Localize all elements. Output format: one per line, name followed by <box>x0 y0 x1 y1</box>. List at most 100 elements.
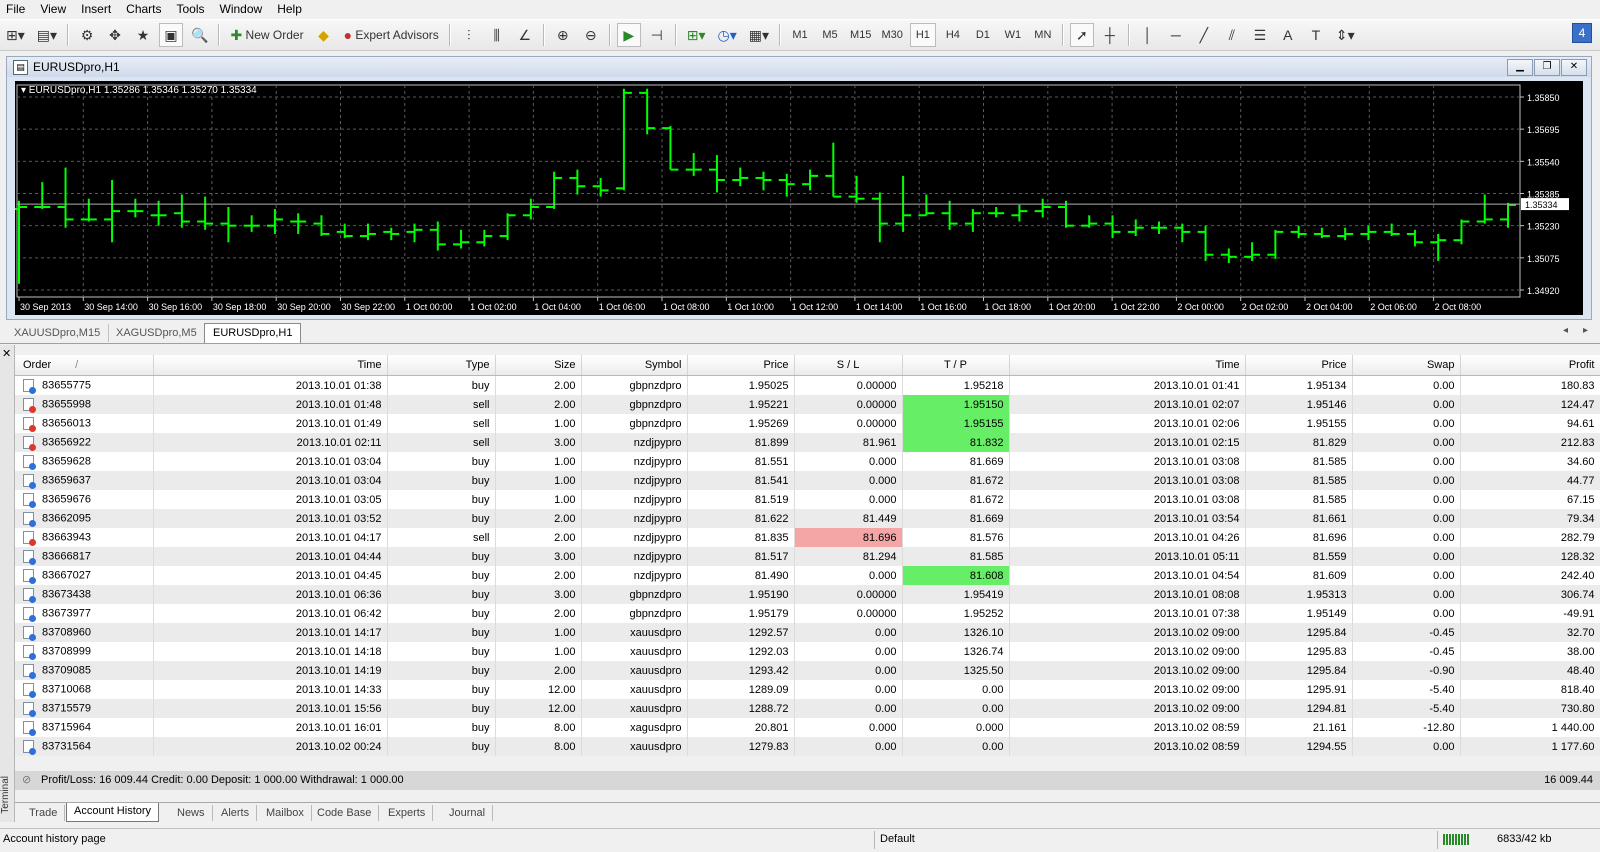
table-row[interactable]: 83731564 2013.10.02 00:24 buy 8.00 xauusdpro… <box>15 737 1600 756</box>
templates-button[interactable]: ▦▾ <box>745 23 773 47</box>
terminal-button[interactable]: ▣ <box>159 23 184 47</box>
crosshair-button[interactable]: ┼ <box>1098 23 1122 47</box>
menu-tools[interactable]: Tools <box>171 2 214 16</box>
text-label-button[interactable]: T <box>1304 23 1328 47</box>
column-header-time-close[interactable]: Time <box>1009 355 1246 376</box>
table-row[interactable]: 83673438 2013.10.01 06:36 buy 3.00 gbpnzdpro… <box>15 585 1600 604</box>
menu-view[interactable]: View <box>34 2 75 16</box>
navigator-button[interactable]: ★ <box>131 23 155 47</box>
table-row[interactable]: 83659637 2013.10.01 03:04 buy 1.00 nzdjpypro… <box>15 471 1600 490</box>
column-header-price[interactable]: Price <box>687 355 795 376</box>
zoom-out-button[interactable]: ⊖ <box>579 23 603 47</box>
timeframe-h1[interactable]: H1 <box>909 23 936 47</box>
timeframe-m5[interactable]: M5 <box>817 23 843 47</box>
market-watch-button[interactable]: ⚙ <box>75 23 99 47</box>
table-row[interactable]: 83656013 2013.10.01 01:49 sell 1.00 gbpnzdpr… <box>15 414 1600 433</box>
timeframe-m15[interactable]: M15 <box>847 23 874 47</box>
chart-shift-button[interactable]: ⊣ <box>645 23 669 47</box>
column-header-order[interactable]: Order / <box>15 355 154 376</box>
expert-advisors-button[interactable]: ● Expert Advisors <box>340 23 443 47</box>
terminal-tab-code-base[interactable]: Code Base <box>310 805 380 821</box>
timeframe-d1[interactable]: D1 <box>970 23 996 47</box>
close-window-button[interactable]: ✕ <box>1561 59 1587 76</box>
candlestick-button[interactable]: ⫼ <box>485 23 509 47</box>
vertical-line-button[interactable]: │ <box>1136 23 1160 47</box>
price-chart[interactable]: 1.35850 1.35695 1.35540 1.35385 1.35230 1.350… <box>15 81 1583 315</box>
timeframe-w1[interactable]: W1 <box>1000 23 1026 47</box>
column-header-size[interactable]: Size <box>495 355 582 376</box>
menu-insert[interactable]: Insert <box>75 2 120 16</box>
restore-button[interactable]: ❐ <box>1534 59 1560 76</box>
column-header-swap-close[interactable]: Swap <box>1352 355 1461 376</box>
horizontal-line-button[interactable]: ─ <box>1164 23 1188 47</box>
auto-scroll-button[interactable]: ▶ <box>616 23 641 47</box>
tab-scroll-right-icon[interactable]: ▸ <box>1583 325 1588 336</box>
chart-window[interactable]: ▤ EURUSDpro,H1 ▁ ❐ ✕ 1.35850 1.35695 1.355… <box>6 56 1592 320</box>
chart-tab-eurusdpro[interactable]: EURUSDpro,H1 <box>204 323 302 343</box>
terminal-tab-journal[interactable]: Journal <box>442 805 494 821</box>
equidistant-channel-button[interactable]: ⫽ <box>1220 23 1244 47</box>
fibonacci-button[interactable]: ☰ <box>1248 23 1272 47</box>
timeframe-m1[interactable]: M1 <box>787 23 813 47</box>
tab-scroll-left-icon[interactable]: ◂ <box>1563 325 1568 336</box>
chart-tab-xauusdpro[interactable]: XAUUSDpro,M15 <box>6 324 110 342</box>
trendline-button[interactable]: ╱ <box>1192 23 1216 47</box>
help-corner-button[interactable]: 4 <box>1572 23 1592 43</box>
terminal-tab-account-history[interactable]: Account History <box>66 803 160 822</box>
table-row[interactable]: 83662095 2013.10.01 03:52 buy 2.00 nzdjpypro… <box>15 509 1600 528</box>
column-header-type[interactable]: Type <box>387 355 496 376</box>
table-row[interactable]: 83710068 2013.10.01 14:33 buy 12.00 xauusdpr… <box>15 680 1600 699</box>
minimize-button[interactable]: ▁ <box>1507 59 1533 76</box>
strategy-tester-button[interactable]: 🔍 <box>187 23 212 47</box>
table-row[interactable]: 83708999 2013.10.01 14:18 buy 1.00 xauusdpro… <box>15 642 1600 661</box>
timeframe-m30[interactable]: M30 <box>878 23 905 47</box>
table-row[interactable]: 83709085 2013.10.01 14:19 buy 2.00 xauusdpro… <box>15 661 1600 680</box>
table-row[interactable]: 83715579 2013.10.01 15:56 buy 12.00 xauusdpr… <box>15 699 1600 718</box>
table-row[interactable]: 83655775 2013.10.01 01:38 buy 2.00 gbpnzdpro… <box>15 375 1600 395</box>
terminal-tab-alerts[interactable]: Alerts <box>214 805 258 821</box>
timeframe-h4[interactable]: H4 <box>940 23 966 47</box>
table-row[interactable]: 83666817 2013.10.01 04:44 buy 3.00 nzdjpypro… <box>15 547 1600 566</box>
menu-file[interactable]: File <box>0 2 34 16</box>
periods-button[interactable]: ◷▾ <box>714 23 741 47</box>
table-row[interactable]: 83715964 2013.10.01 16:01 buy 8.00 xagusdpro… <box>15 718 1600 737</box>
column-header-t-p[interactable]: T / P <box>902 355 1010 376</box>
column-header-s-l[interactable]: S / L <box>794 355 903 376</box>
arrows-button[interactable]: ⇕▾ <box>1332 23 1359 47</box>
bar-chart-button[interactable]: ⫶ <box>457 23 481 47</box>
table-row[interactable]: 83655998 2013.10.01 01:48 sell 2.00 gbpnzdpr… <box>15 395 1600 414</box>
column-header-symbol[interactable]: Symbol <box>581 355 688 376</box>
new-order-button[interactable]: ✚ New Order <box>226 23 307 47</box>
timeframe-mn[interactable]: MN <box>1030 23 1056 47</box>
table-row[interactable]: 83673977 2013.10.01 06:42 buy 2.00 gbpnzdpro… <box>15 604 1600 623</box>
column-header-time[interactable]: Time <box>153 355 388 376</box>
chart-window-titlebar[interactable]: ▤ EURUSDpro,H1 ▁ ❐ ✕ <box>7 57 1591 77</box>
terminal-tab-experts[interactable]: Experts <box>381 805 434 821</box>
terminal-tab-news[interactable]: News <box>170 805 213 821</box>
profiles-button[interactable]: ▤▾ <box>33 23 61 47</box>
cell-s-l: 0.000 <box>794 566 903 585</box>
close-terminal-icon[interactable]: ✕ <box>2 347 11 360</box>
table-row[interactable]: 83663943 2013.10.01 04:17 sell 2.00 nzdjpypr… <box>15 528 1600 547</box>
new-chart-button[interactable]: ⊞▾ <box>2 23 29 47</box>
metaeditor-button[interactable]: ◆ <box>312 23 336 47</box>
text-button[interactable]: A <box>1276 23 1300 47</box>
column-header-profit-close[interactable]: Profit <box>1460 355 1600 376</box>
menu-window[interactable]: Window <box>214 2 272 16</box>
table-row[interactable]: 83659676 2013.10.01 03:05 buy 1.00 nzdjpypro… <box>15 490 1600 509</box>
table-row[interactable]: 83659628 2013.10.01 03:04 buy 1.00 nzdjpypro… <box>15 452 1600 471</box>
menu-help[interactable]: Help <box>271 2 311 16</box>
menu-charts[interactable]: Charts <box>120 2 170 16</box>
table-row[interactable]: 83708960 2013.10.01 14:17 buy 1.00 xauusdpro… <box>15 623 1600 642</box>
column-header-price-close[interactable]: Price <box>1245 355 1353 376</box>
table-row[interactable]: 83667027 2013.10.01 04:45 buy 2.00 nzdjpypro… <box>15 566 1600 585</box>
zoom-in-button[interactable]: ⊕ <box>551 23 575 47</box>
data-window-button[interactable]: ✥ <box>103 23 127 47</box>
cursor-button[interactable]: ➚ <box>1069 23 1094 47</box>
chart-tab-xagusdpro[interactable]: XAGUSDpro,M5 <box>108 324 206 342</box>
table-row[interactable]: 83656922 2013.10.01 02:11 sell 3.00 nzdjpypr… <box>15 433 1600 452</box>
terminal-tab-trade[interactable]: Trade <box>22 805 66 821</box>
terminal-tab-mailbox[interactable]: Mailbox <box>259 805 312 821</box>
indicators-button[interactable]: ⊞▾ <box>683 23 710 47</box>
line-chart-button[interactable]: ∠ <box>513 23 537 47</box>
